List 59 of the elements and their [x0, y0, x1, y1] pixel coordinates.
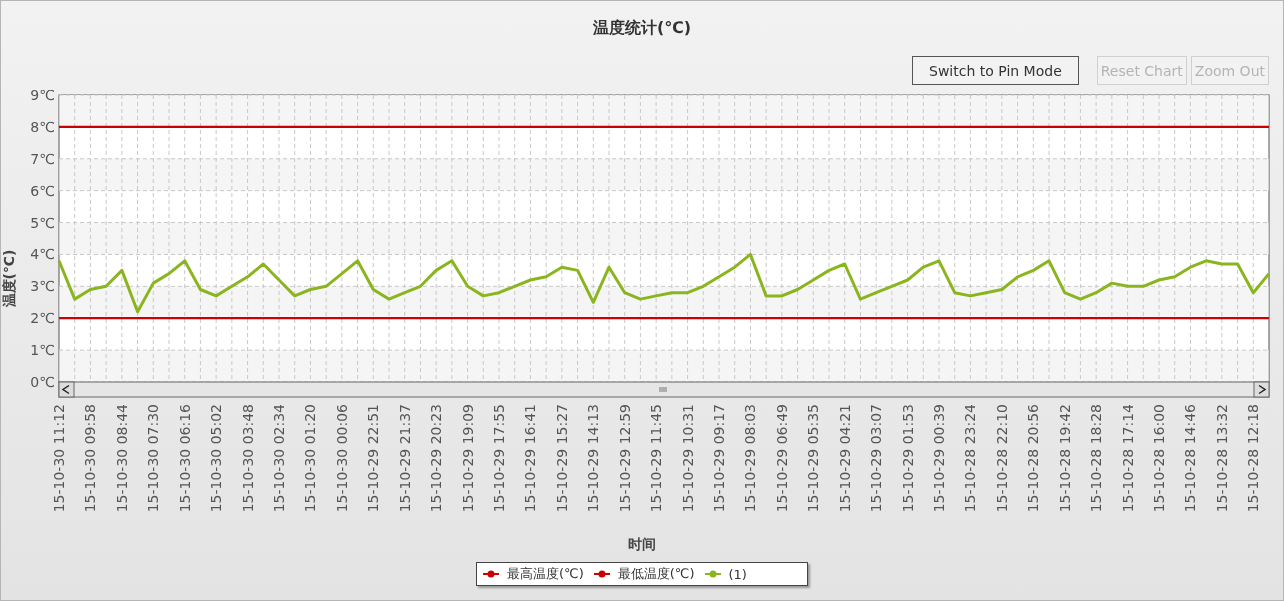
x-tick-label: 15-10-29 21:37	[396, 404, 413, 513]
x-tick-label: 15-10-30 06:16	[176, 404, 193, 513]
scroll-left-button[interactable]	[58, 381, 75, 398]
y-tick-label: 1℃	[30, 342, 55, 359]
x-tick-label: 15-10-29 01:53	[899, 404, 916, 513]
y-tick-label: 7℃	[30, 150, 55, 167]
legend-label: (1)	[728, 566, 747, 582]
x-tick-label: 15-10-29 19:09	[459, 404, 476, 513]
y-tick-label: 4℃	[30, 246, 55, 263]
x-tick-label: 15-10-30 00:06	[333, 404, 350, 513]
y-tick-label: 2℃	[30, 310, 55, 327]
chart-button[interactable]: Switch to Pin Mode	[912, 56, 1079, 85]
x-tick-label: 15-10-29 17:55	[491, 404, 507, 513]
x-tick-label: 15-10-29 05:35	[805, 404, 822, 513]
x-tick-label: 15-10-29 06:49	[773, 404, 790, 513]
x-tick-label: 15-10-29 11:45	[648, 404, 665, 513]
x-tick-label: 15-10-30 01:20	[302, 404, 319, 513]
x-tick-label: 15-10-30 03:48	[239, 404, 256, 513]
x-tick-label: 15-10-29 12:59	[616, 404, 633, 513]
x-tick-label: 15-10-28 14:46	[1182, 404, 1199, 513]
scroll-grip-icon[interactable]	[659, 386, 667, 393]
x-tick-label: 15-10-29 04:21	[836, 404, 853, 513]
x-tick-label: 15-10-28 18:28	[1088, 404, 1105, 513]
chart-title: 温度统计(℃)	[593, 18, 691, 39]
x-tick-label: 15-10-29 09:17	[711, 404, 727, 513]
x-tick-label: 15-10-30 11:12	[51, 404, 67, 513]
legend-label: 最高温度(℃)	[507, 565, 584, 583]
x-tick-label: 15-10-29 22:51	[365, 404, 382, 513]
y-tick-label: 9℃	[30, 90, 55, 103]
y-tick-label: 6℃	[30, 182, 55, 199]
x-tick-label: 15-10-30 09:58	[82, 404, 99, 513]
x-tick-label: 15-10-30 08:44	[113, 404, 130, 513]
x-tick-label: 15-10-29 14:13	[585, 404, 602, 513]
y-tick-label: 5℃	[30, 214, 55, 231]
x-tick-label: 15-10-28 17:14	[1119, 404, 1136, 513]
y-tick-label: 8℃	[30, 118, 55, 135]
x-tick-label: 15-10-29 15:27	[553, 404, 570, 513]
x-tick-label: 15-10-28 13:32	[1213, 404, 1230, 513]
x-tick-label: 15-10-29 16:41	[522, 404, 539, 513]
legend-label: 最低温度(℃)	[617, 565, 695, 583]
scroll-right-button[interactable]	[1253, 381, 1270, 398]
x-tick-label: 15-10-28 19:42	[1056, 404, 1073, 513]
x-tick-label: 15-10-28 16:00	[1151, 404, 1167, 513]
x-tick-label: 15-10-28 20:56	[1025, 404, 1042, 513]
y-tick-label: 0℃	[30, 374, 55, 390]
y-tick-label: 3℃	[30, 278, 55, 295]
x-tick-label: 15-10-28 12:18	[1245, 404, 1262, 513]
x-tick-label: 15-10-28 22:10	[993, 404, 1010, 513]
x-tick-label: 15-10-28 23:24	[962, 404, 979, 513]
x-tick-label: 15-10-30 05:02	[208, 404, 225, 513]
y-axis-title: 温度(℃)	[1, 249, 17, 308]
x-tick-label: 15-10-29 08:03	[742, 404, 759, 513]
x-tick-label: 15-10-29 00:39	[931, 404, 947, 513]
x-tick-label: 15-10-29 20:23	[428, 404, 445, 513]
x-tick-label: 15-10-29 03:07	[868, 404, 885, 513]
x-tick-label: 15-10-29 10:31	[679, 404, 696, 513]
x-tick-label: 15-10-30 07:30	[145, 404, 162, 513]
x-axis-title: 时间	[628, 536, 656, 554]
x-tick-label: 15-10-30 02:34	[271, 404, 287, 513]
